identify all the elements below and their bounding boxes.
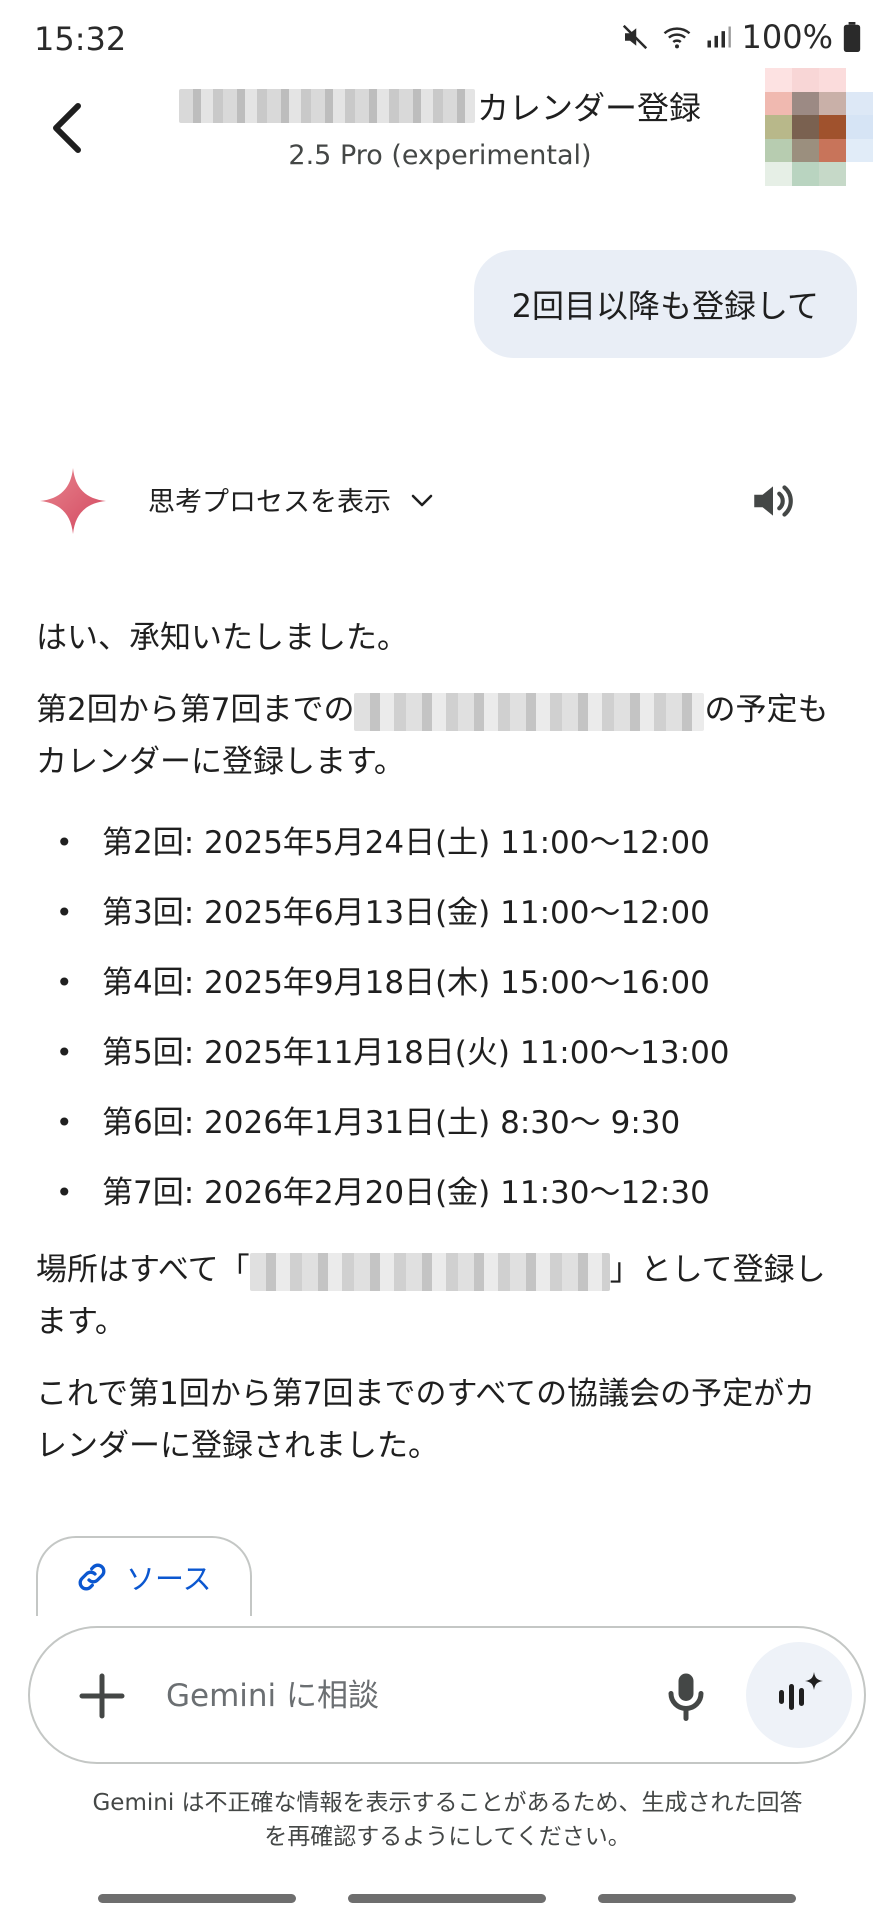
list-item: 第5回: 2025年11月18日(火) 11:00〜13:00 [36, 1018, 856, 1088]
response-paragraph-2: 第2回から第7回までの の予定も カレンダーに登録します。 [36, 684, 856, 788]
system-nav-bar [0, 1894, 895, 1906]
model-name: 2.5 Pro (experimental) [288, 140, 592, 171]
wifi-icon [663, 27, 690, 49]
closing-line-1: これで第1回から第7回までのすべての協議会の予定がカ [36, 1376, 816, 1412]
user-message-text: 2回目以降も登録して [511, 287, 819, 325]
user-message-bubble: 2回目以降も登録して [473, 250, 857, 358]
live-button[interactable] [746, 1642, 852, 1748]
response-header: 思考プロセスを表示 [0, 460, 895, 540]
live-waveform-icon [779, 1672, 823, 1710]
link-icon [78, 1563, 106, 1591]
battery-icon [843, 22, 861, 52]
prompt-composer [28, 1626, 866, 1764]
disclaimer-line-2: を再確認するようにしてください。 [264, 1824, 631, 1850]
add-icon[interactable] [72, 1666, 132, 1726]
event-list: 第2回: 2025年5月24日(土) 11:00〜12:00 第3回: 2025… [36, 808, 856, 1228]
chevron-left-icon [53, 103, 81, 153]
redacted-event-name [354, 692, 705, 731]
sources-label: ソース [126, 1562, 212, 1596]
disclaimer-text: Gemini は不正確な情報を表示することがあるため、生成された回答 を再確認す… [60, 1786, 835, 1854]
closing-line-2: レンダーに登録されました。 [36, 1428, 439, 1464]
list-item: 第7回: 2026年2月20日(金) 11:30〜12:30 [36, 1158, 856, 1228]
location-end-2: ます。 [36, 1304, 126, 1340]
signal-icon [707, 26, 731, 48]
para2-start: 第2回から第7回までの [36, 692, 355, 728]
response-closing: これで第1回から第7回までのすべての協議会の予定がカ レンダーに登録されました。 [36, 1368, 856, 1472]
response-intro: はい、承知いたしました。 [36, 620, 408, 656]
list-item: 第2回: 2025年5月24日(土) 11:00〜12:00 [36, 808, 856, 878]
status-time: 15:32 [34, 20, 127, 58]
status-icons: 100% [620, 18, 861, 56]
para2-end: カレンダーに登録します。 [36, 744, 405, 780]
show-thinking-label: 思考プロセスを表示 [148, 487, 391, 518]
nav-home-button[interactable] [348, 1894, 546, 1903]
redacted-title-part [178, 89, 475, 123]
battery-level: 100% [741, 18, 833, 56]
location-end: 」として登録し [609, 1252, 826, 1288]
microphone-icon[interactable] [656, 1666, 716, 1726]
gemini-spark-icon [40, 468, 106, 534]
chat-title-text: カレンダー登録 [476, 89, 701, 127]
redacted-location [249, 1252, 610, 1291]
nav-recents-button[interactable] [98, 1894, 296, 1903]
sources-button[interactable]: ソース [36, 1536, 252, 1616]
chevron-down-icon [411, 494, 433, 506]
back-button[interactable] [40, 100, 96, 156]
para2-mid: の予定も [704, 692, 829, 728]
disclaimer-line-1: Gemini は不正確な情報を表示することがあるため、生成された回答 [92, 1790, 803, 1816]
response-location: 場所はすべて「 」として登録し ます。 [36, 1244, 856, 1348]
list-item: 第3回: 2025年6月13日(金) 11:00〜12:00 [36, 878, 856, 948]
nav-back-button[interactable] [598, 1894, 796, 1903]
app-screen: 15:32 100% カレンダー登録 2.5 Pro (experimental… [0, 0, 895, 1920]
mute-icon [622, 24, 647, 50]
response-body: はい、承知いたしました。 第2回から第7回までの の予定も カレンダーに登録します… [36, 612, 856, 1492]
avatar[interactable] [765, 68, 873, 186]
location-start: 場所はすべて「 [36, 1252, 250, 1288]
list-item: 第4回: 2025年9月18日(木) 15:00〜16:00 [36, 948, 856, 1018]
list-item: 第6回: 2026年1月31日(土) 8:30〜 9:30 [36, 1088, 856, 1158]
prompt-input[interactable] [166, 1666, 636, 1726]
speaker-icon[interactable] [748, 476, 798, 526]
status-bar: 15:32 100% [0, 0, 895, 78]
show-thinking-toggle[interactable]: 思考プロセスを表示 [148, 480, 435, 519]
chat-header: カレンダー登録 2.5 Pro (experimental) [0, 68, 895, 198]
chat-title: カレンダー登録 2.5 Pro (experimental) [160, 78, 720, 171]
